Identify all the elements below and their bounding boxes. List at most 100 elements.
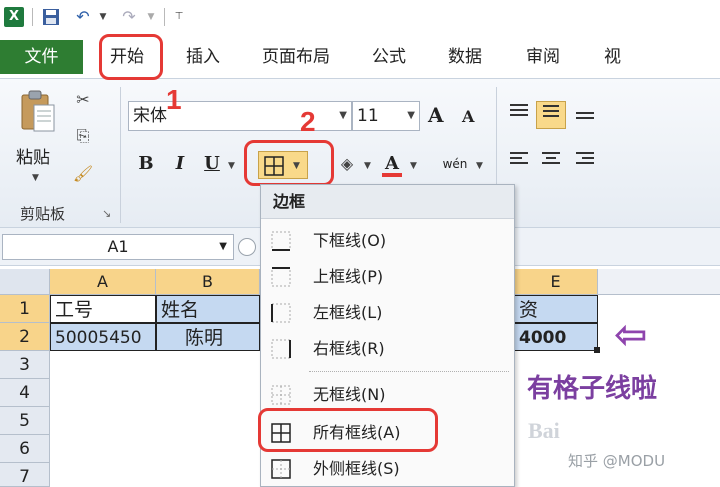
font-name-select[interactable]: 宋体 ▼ (128, 101, 352, 131)
shrink-font-button[interactable]: A (462, 107, 474, 126)
column-header-empty (598, 269, 720, 295)
no-border-icon (271, 385, 291, 405)
fill-color-icon[interactable]: ◈ (334, 153, 360, 175)
left-arrow-icon: ⇦ (614, 312, 648, 358)
menu-item-bottom-border[interactable]: 下框线(O) (261, 223, 514, 259)
cell-b2[interactable]: 陈明 (156, 323, 260, 351)
paste-dropdown-icon[interactable]: ▼ (32, 173, 39, 183)
menu-item-label: 右框线(R) (313, 339, 385, 358)
align-left-icon[interactable] (504, 149, 534, 177)
row-header-7[interactable]: 7 (0, 463, 50, 487)
row-header-2[interactable]: 2 (0, 323, 50, 351)
menu-item-right-border[interactable]: 右框线(R) (261, 331, 514, 367)
baidu-watermark: Bai (528, 418, 560, 443)
cell-e1[interactable]: 资 (514, 295, 598, 323)
select-all-corner[interactable] (0, 269, 50, 295)
font-name-value: 宋体 (133, 106, 167, 126)
cell-a1[interactable]: 工号 (50, 295, 156, 323)
menu-item-left-border[interactable]: 左框线(L) (261, 295, 514, 331)
undo-icon[interactable]: ↶ (72, 7, 94, 27)
tab-data[interactable]: 数据 (448, 40, 482, 74)
menu-item-label: 上框线(P) (313, 267, 384, 286)
step-1-label: 1 (166, 84, 182, 115)
tab-formulas[interactable]: 公式 (372, 40, 406, 74)
menu-item-label: 外侧框线(S) (313, 459, 400, 478)
tab-view[interactable]: 视 (604, 40, 621, 74)
step-2-label: 2 (300, 106, 316, 137)
row-header-4[interactable]: 4 (0, 379, 50, 407)
fill-color-dropdown-icon[interactable]: ▼ (364, 161, 371, 171)
cut-icon[interactable]: ✂ (70, 89, 96, 111)
paste-icon[interactable] (18, 89, 58, 135)
redo-dropdown-icon[interactable]: ▼ (140, 7, 162, 27)
cell-b1[interactable]: 姓名 (156, 295, 260, 323)
menu-item-outside-borders[interactable]: 外侧框线(S) (261, 451, 514, 487)
tab-file[interactable]: 文件 (0, 40, 83, 74)
excel-logo-icon: X (4, 7, 24, 27)
underline-button[interactable]: U (202, 151, 222, 177)
right-border-icon (271, 339, 291, 359)
column-header-a[interactable]: A (50, 269, 156, 295)
font-color-button[interactable]: A (382, 151, 402, 177)
name-box[interactable]: A1 ▼ (2, 234, 234, 260)
column-header-b[interactable]: B (156, 269, 260, 295)
italic-button[interactable]: I (170, 151, 190, 177)
cell-a2[interactable]: 50005450 (50, 323, 156, 351)
tab-review[interactable]: 审阅 (526, 40, 560, 74)
clipboard-group-label: 剪贴板 (20, 205, 66, 223)
cell-e2[interactable]: 4000 (514, 323, 598, 351)
formula-bar-handle-icon (238, 238, 256, 256)
tab-page-layout[interactable]: 页面布局 (262, 40, 330, 74)
row-header-5[interactable]: 5 (0, 407, 50, 435)
highlight-border-button (244, 140, 334, 186)
top-border-icon (271, 267, 291, 287)
underline-dropdown-icon[interactable]: ▼ (228, 161, 235, 171)
align-right-icon[interactable] (570, 149, 600, 177)
divider (164, 8, 165, 26)
font-color-dropdown-icon[interactable]: ▼ (410, 161, 417, 171)
redo-icon[interactable]: ↷ (118, 7, 140, 27)
align-bottom-icon[interactable] (570, 109, 600, 137)
menu-separator (309, 371, 509, 372)
name-box-value: A1 (107, 237, 129, 256)
highlight-all-borders (258, 408, 438, 452)
customize-toolbar-icon[interactable]: ⊤ (168, 7, 190, 27)
outside-borders-icon (271, 459, 291, 479)
row-header-3[interactable]: 3 (0, 351, 50, 379)
font-size-value: 11 (357, 106, 379, 126)
align-top-icon[interactable] (504, 101, 534, 129)
phonetic-guide-button[interactable]: wén (440, 151, 470, 177)
format-painter-icon[interactable]: 🖌 (70, 163, 96, 185)
undo-dropdown-icon[interactable]: ▼ (92, 7, 114, 27)
tab-insert[interactable]: 插入 (186, 40, 220, 74)
phonetic-dropdown-icon[interactable]: ▼ (476, 161, 483, 171)
save-icon[interactable] (40, 7, 62, 27)
menu-item-label: 左框线(L) (313, 303, 383, 322)
align-middle-icon[interactable] (536, 101, 566, 129)
chevron-down-icon: ▼ (219, 241, 227, 252)
menu-item-label: 无框线(N) (313, 385, 386, 404)
zhihu-watermark: 知乎 @MODU (568, 452, 666, 470)
row-header-6[interactable]: 6 (0, 435, 50, 463)
quick-access-toolbar: X ↶ ▼ ↷ ▼ ⊤ (0, 0, 720, 34)
align-center-icon[interactable] (536, 149, 566, 177)
group-divider (120, 87, 121, 223)
chevron-down-icon: ▼ (407, 110, 415, 121)
border-menu-title: 边框 (261, 185, 514, 219)
left-border-icon (271, 303, 291, 323)
divider (32, 8, 33, 26)
bottom-border-icon (271, 231, 291, 251)
menu-item-top-border[interactable]: 上框线(P) (261, 259, 514, 295)
bold-button[interactable]: B (136, 151, 156, 177)
paste-button[interactable]: 粘贴 (16, 143, 50, 168)
column-header-e[interactable]: E (514, 269, 598, 295)
highlight-home-tab (99, 34, 163, 80)
chevron-down-icon: ▼ (339, 110, 347, 121)
fill-handle[interactable] (594, 347, 600, 353)
row-header-1[interactable]: 1 (0, 295, 50, 323)
copy-icon[interactable]: ⎘ (70, 125, 96, 147)
clipboard-launcher-icon[interactable]: ↘ (102, 207, 111, 220)
font-size-select[interactable]: 11 ▼ (352, 101, 420, 131)
result-annotation: 有格子线啦 (527, 374, 658, 404)
grow-font-button[interactable]: A (428, 103, 444, 127)
